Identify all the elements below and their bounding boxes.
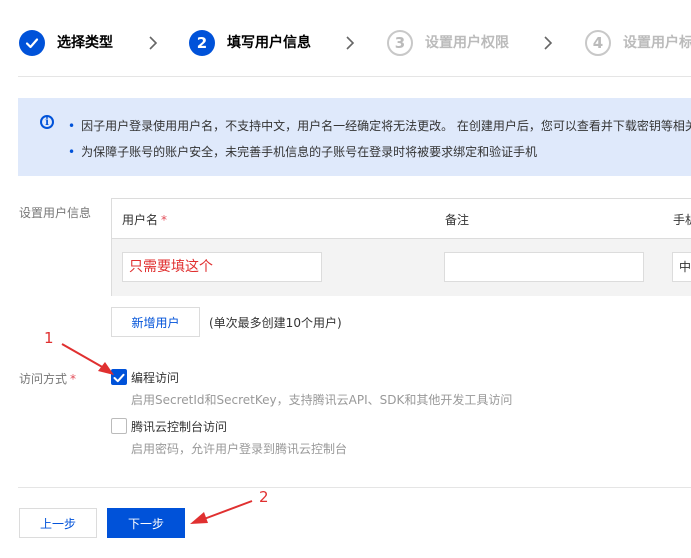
column-username: 用户名 * — [122, 213, 168, 227]
user-info-label: 设置用户信息 — [19, 206, 92, 220]
programmatic-access-label[interactable]: 编程访问 — [131, 369, 179, 386]
banner-line-2: 为保障子账号的账户安全，未完善手机信息的子账号在登录时将被要求绑定和验证手机 — [68, 144, 537, 160]
user-table: 用户名* 备注 手机 只需要填这个 中 — [111, 198, 691, 296]
console-access-checkbox[interactable] — [111, 418, 127, 434]
chevron-right-icon — [149, 36, 158, 50]
add-user-button[interactable]: 新增用户 — [111, 307, 200, 337]
add-user-hint: (单次最多创建10个用户) — [209, 316, 342, 330]
column-phone: 手机 — [673, 213, 691, 227]
divider — [18, 76, 691, 77]
annotation-arrow-2 — [190, 500, 253, 524]
annotation-number-1: 1 — [44, 329, 54, 347]
username-input[interactable]: 只需要填这个 — [122, 252, 322, 282]
console-access-label[interactable]: 腾讯云控制台访问 — [131, 418, 227, 435]
programmatic-access-desc: 启用SecretId和SecretKey，支持腾讯云API、SDK和其他开发工具… — [131, 393, 513, 407]
remark-input[interactable] — [444, 252, 644, 282]
table-row: 只需要填这个 中 — [112, 239, 691, 296]
step-1-label: 选择类型 — [57, 35, 113, 51]
column-remark: 备注 — [445, 213, 470, 227]
phone-country-select[interactable]: 中 — [672, 252, 691, 282]
step-4-label: 设置用户标 — [623, 35, 691, 51]
next-step-button[interactable]: 下一步 — [107, 508, 185, 538]
divider — [18, 487, 691, 488]
chevron-right-icon — [544, 36, 553, 50]
table-header: 用户名* 备注 手机 — [112, 199, 691, 239]
info-icon: i — [40, 115, 54, 129]
step-3-label: 设置用户权限 — [425, 35, 509, 51]
annotation-arrow-1 — [61, 343, 114, 375]
annotation-number-2: 2 — [259, 488, 269, 506]
info-banner: i 因子用户登录使用用户名，不支持中文，用户名一经确定将无法更改。 在创建用户后… — [18, 98, 691, 176]
step-2-number: 2 — [189, 30, 215, 56]
step-2-label: 填写用户信息 — [227, 35, 311, 51]
console-access-desc: 启用密码，允许用户登录到腾讯云控制台 — [131, 442, 348, 456]
step-4-number: 4 — [585, 30, 611, 56]
step-1-check-icon — [19, 30, 45, 56]
prev-step-button[interactable]: 上一步 — [19, 508, 97, 538]
banner-line-1: 因子用户登录使用用户名，不支持中文，用户名一经确定将无法更改。 在创建用户后，您… — [68, 118, 691, 134]
chevron-right-icon — [346, 36, 355, 50]
step-3-number: 3 — [387, 30, 413, 56]
